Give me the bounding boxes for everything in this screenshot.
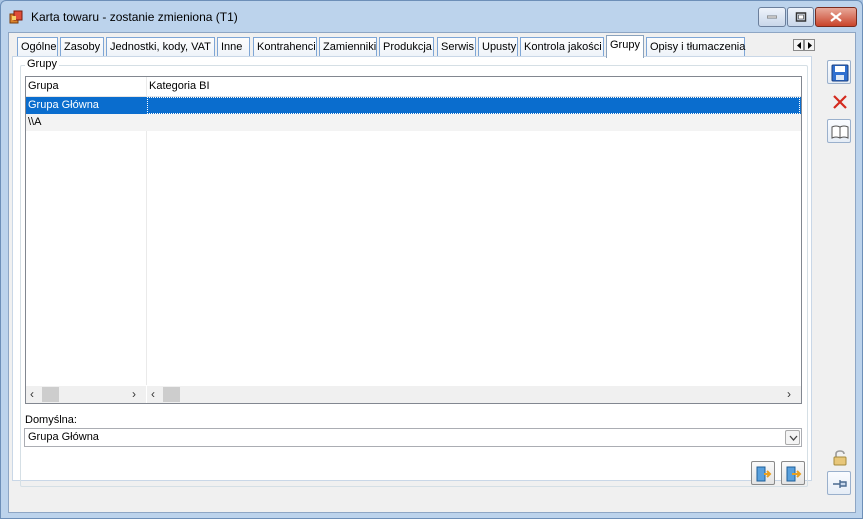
tab-scroll-right-button[interactable] (804, 39, 815, 51)
column-header-kategoria-bi[interactable]: Kategoria BI (149, 80, 210, 92)
tab-scroll-left-button[interactable] (793, 39, 804, 51)
tab-ogolne[interactable]: Ogólne (17, 37, 58, 57)
detach-group-button[interactable] (781, 461, 805, 485)
cell-grupa: \\A (28, 116, 42, 128)
scroll-right-icon[interactable]: › (132, 388, 136, 400)
tab-grupy[interactable]: Grupy (606, 35, 644, 58)
attach-group-icon (756, 466, 772, 482)
pin-button[interactable] (827, 471, 851, 495)
triangle-left-icon (797, 42, 801, 49)
tab-kontrahenci[interactable]: Kontrahenci (253, 37, 317, 57)
groups-grid[interactable]: Grupa Kategoria BI Grupa Główna \\A ‹ › … (25, 76, 802, 404)
column-header-grupa[interactable]: Grupa (28, 80, 59, 92)
open-book-icon (831, 125, 849, 139)
minimize-icon (767, 15, 777, 19)
pin-icon (833, 480, 847, 488)
scroll-right-icon[interactable]: › (787, 388, 791, 400)
grid-header: Grupa Kategoria BI (26, 77, 801, 97)
minimize-button[interactable] (758, 7, 786, 27)
tab-page-grupy: Grupy Grupa Kategoria BI Grupa Główna \\… (12, 56, 812, 487)
red-x-icon (833, 95, 847, 109)
cancel-button[interactable] (827, 89, 851, 113)
application-window: Karta towaru - zostanie zmieniona (T1) O… (0, 0, 863, 519)
tab-zamienniki[interactable]: Zamienniki (319, 37, 377, 57)
dropdown-button[interactable] (785, 430, 800, 445)
groups-legend: Grupy (25, 58, 59, 70)
tab-upusty[interactable]: Upusty (478, 37, 518, 57)
triangle-right-icon (808, 42, 812, 49)
detach-group-icon (786, 466, 802, 482)
chevron-down-icon (789, 435, 798, 441)
table-row[interactable]: Grupa Główna (26, 97, 801, 114)
restore-icon (795, 12, 806, 22)
tab-serwis[interactable]: Serwis (437, 37, 476, 57)
default-group-label: Domyślna: (25, 414, 77, 426)
restore-button[interactable] (787, 7, 814, 27)
scroll-thumb[interactable] (42, 387, 59, 402)
table-row[interactable]: \\A (26, 114, 801, 131)
groups-groupbox: Grupy Grupa Kategoria BI Grupa Główna \\… (20, 58, 808, 487)
scroll-left-icon[interactable]: ‹ (151, 388, 155, 400)
horizontal-scrollbar-grupa[interactable]: ‹ › (26, 386, 146, 403)
focus-rectangle (147, 97, 800, 114)
tab-kontrola-jakosci[interactable]: Kontrola jakości (520, 37, 604, 57)
close-button[interactable] (815, 7, 857, 27)
close-icon (830, 12, 842, 22)
scroll-left-icon[interactable]: ‹ (30, 388, 34, 400)
lock-button[interactable] (827, 445, 851, 469)
book-button[interactable] (827, 119, 851, 143)
app-icon (9, 10, 23, 24)
tab-jednostki[interactable]: Jednostki, kody, VAT (106, 37, 215, 57)
title-bar[interactable]: Karta towaru - zostanie zmieniona (T1) (1, 1, 862, 33)
default-group-select[interactable]: Grupa Główna (24, 428, 802, 447)
cell-grupa: Grupa Główna (28, 99, 99, 111)
tab-opisy-i-tlumaczenia[interactable]: Opisy i tłumaczenia (646, 37, 745, 57)
default-group-value: Grupa Główna (28, 431, 99, 443)
window-title: Karta towaru - zostanie zmieniona (T1) (31, 10, 238, 24)
save-button[interactable] (827, 60, 851, 84)
padlock-icon (833, 450, 847, 466)
attach-group-button[interactable] (751, 461, 775, 485)
window-client-area: Ogólne Zasoby Jednostki, kody, VAT Inne … (8, 32, 856, 513)
tab-inne[interactable]: Inne (217, 37, 250, 57)
tab-zasoby[interactable]: Zasoby (60, 37, 104, 57)
tab-produkcja[interactable]: Produkcja (379, 37, 434, 57)
horizontal-scrollbar-kategoria[interactable]: ‹ › (147, 386, 801, 403)
scroll-thumb[interactable] (163, 387, 180, 402)
floppy-disk-icon (831, 64, 849, 82)
